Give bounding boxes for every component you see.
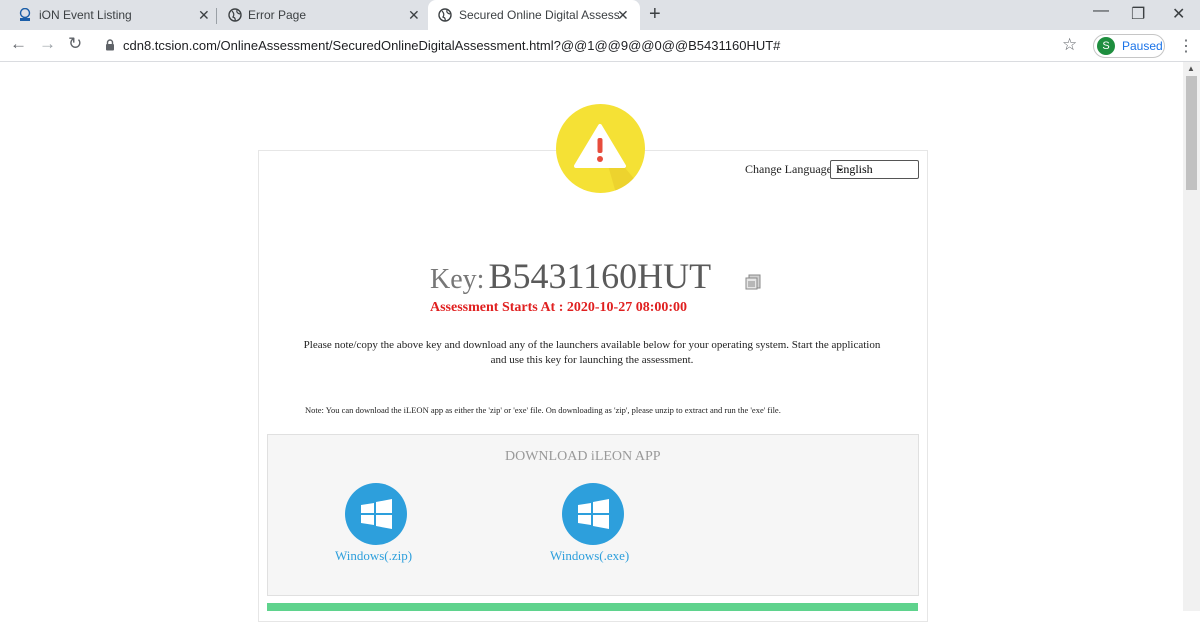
assessment-start-time: Assessment Starts At : 2020-10-27 08:00:… [430, 300, 688, 315]
bottom-status-bar [267, 603, 918, 611]
globe-icon [438, 8, 452, 22]
tab-title: Error Page [248, 8, 307, 22]
close-icon[interactable]: ✕ [617, 7, 629, 24]
chevron-down-icon: ⌄ [836, 162, 846, 174]
copy-icon[interactable] [744, 272, 762, 290]
windows-icon [578, 499, 609, 529]
windows-exe-download-button[interactable] [562, 483, 624, 545]
reload-button[interactable]: ↻ [68, 34, 82, 54]
key-label: Key: [430, 264, 485, 295]
scroll-up-arrow-icon[interactable]: ▲ [1187, 64, 1195, 73]
close-icon[interactable]: ✕ [408, 7, 420, 24]
globe-icon [228, 8, 242, 22]
tab-title: iON Event Listing [39, 8, 132, 22]
back-button[interactable]: ← [10, 34, 27, 54]
close-icon[interactable]: ✕ [198, 7, 210, 24]
minimize-button[interactable]: — [1093, 2, 1109, 20]
key-value[interactable]: B5431160HUT [488, 256, 711, 296]
download-title: DOWNLOAD iLEON APP [505, 449, 661, 464]
forward-button[interactable]: → [39, 34, 56, 54]
windows-icon [361, 499, 392, 529]
browser-toolbar: ← → ↻ cdn8.tcsion.com/OnlineAssessment/S… [0, 30, 1200, 62]
tab-error-page[interactable]: Error Page ✕ [217, 0, 427, 30]
windows-zip-link[interactable]: Windows(.zip) [335, 548, 412, 564]
bookmark-star-icon[interactable]: ☆ [1062, 35, 1077, 55]
language-select[interactable]: English ⌄ [830, 160, 919, 179]
menu-kebab-icon[interactable]: ⋮ [1178, 36, 1194, 56]
profile-button[interactable]: S Paused [1093, 34, 1165, 58]
restore-button[interactable]: ❐ [1131, 4, 1145, 24]
scrollbar-thumb[interactable] [1186, 76, 1197, 190]
windows-zip-download-button[interactable] [345, 483, 407, 545]
instruction-text: Please note/copy the above key and downl… [303, 339, 881, 366]
tcs-icon [19, 8, 31, 21]
avatar: S [1097, 37, 1115, 55]
tab-strip: iON Event Listing ✕ Error Page ✕ Secured… [0, 0, 1200, 30]
windows-exe-link[interactable]: Windows(.exe) [550, 548, 629, 564]
close-window-button[interactable]: ✕ [1172, 4, 1185, 24]
new-tab-button[interactable]: + [649, 3, 661, 26]
tab-title: Secured Online Digital Assessme [459, 8, 619, 22]
lock-icon[interactable] [104, 39, 116, 51]
key-display: Key: B5431160HUT [430, 255, 711, 297]
profile-status: Paused [1122, 39, 1163, 53]
tab-ion-event-listing[interactable]: iON Event Listing ✕ [0, 0, 215, 30]
warning-icon [556, 104, 645, 193]
address-bar[interactable]: cdn8.tcsion.com/OnlineAssessment/Secured… [123, 38, 780, 53]
download-note: Note: You can download the iLEON app as … [305, 405, 781, 415]
tab-secured-online-assessment[interactable]: Secured Online Digital Assessme ✕ [428, 0, 640, 30]
change-language-label: Change Language [745, 162, 832, 176]
